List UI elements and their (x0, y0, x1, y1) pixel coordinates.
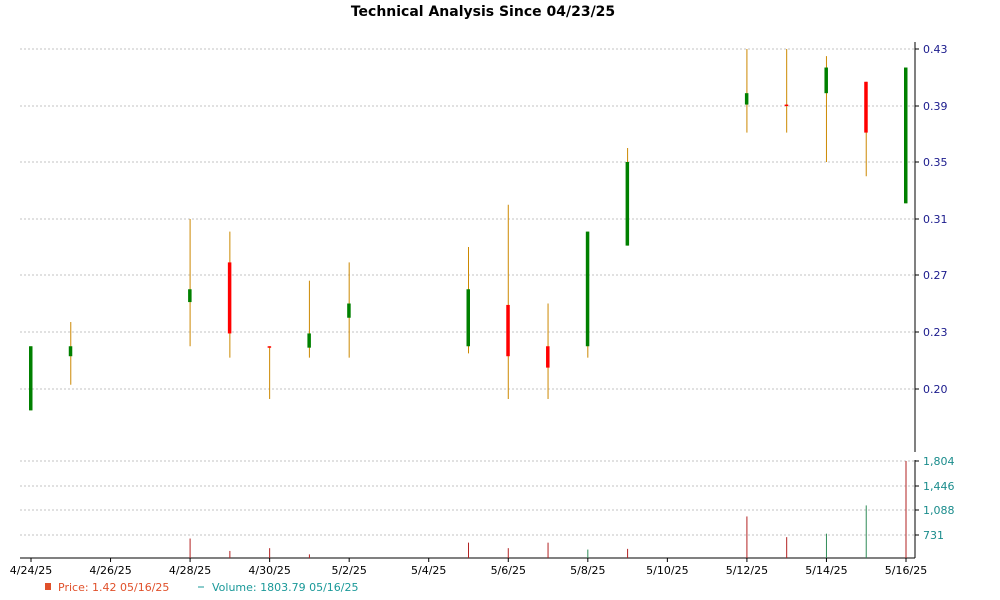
volume-legend-label: Volume: 1803.79 05/16/25 (212, 581, 359, 594)
candle (466, 247, 470, 354)
price-legend-label: Price: 1.42 05/16/25 (58, 581, 169, 594)
x-tick-label: 4/28/25 (169, 564, 211, 577)
x-tick-label: 4/26/25 (89, 564, 131, 577)
volume-tick-label: 1,446 (923, 480, 955, 493)
candles-layer (29, 49, 908, 411)
candle (267, 346, 272, 399)
x-tick-label: 5/8/25 (570, 564, 605, 577)
candle (546, 303, 550, 399)
candle-body (267, 346, 272, 348)
x-tick-label: 5/4/25 (411, 564, 446, 577)
price-tick-label: 0.31 (923, 213, 948, 226)
candle (625, 148, 630, 246)
candle-body (824, 67, 828, 94)
candle-body (546, 346, 550, 368)
candle-body (188, 289, 192, 303)
x-tick-label: 5/16/25 (885, 564, 927, 577)
candle-body (585, 231, 590, 347)
price-legend-swatch (45, 583, 51, 590)
candle (744, 49, 749, 133)
x-tick-label: 5/6/25 (491, 564, 526, 577)
candle (227, 231, 232, 358)
volume-tick-label: 1,088 (923, 504, 955, 517)
chart-legend: Price: 1.42 05/16/25 Volume: 1803.79 05/… (45, 581, 359, 594)
volume-layer (189, 461, 907, 558)
x-tick-label: 5/10/25 (646, 564, 688, 577)
candle-body (784, 104, 789, 107)
candle (904, 67, 908, 204)
x-tick-label: 4/24/25 (10, 564, 52, 577)
candle-body (227, 262, 232, 334)
technical-analysis-chart: Technical Analysis Since 04/23/25 0.430.… (10, 4, 955, 594)
candle (824, 56, 828, 162)
price-tick-label: 0.43 (923, 43, 948, 56)
candle (68, 322, 73, 385)
x-tick-label: 5/2/25 (331, 564, 366, 577)
price-tick-label: 0.23 (923, 326, 948, 339)
candle-body (347, 303, 351, 318)
volume-tick-label: 1,804 (923, 455, 955, 468)
candle (784, 49, 789, 133)
candle (307, 280, 311, 358)
candle (347, 262, 351, 358)
price-tick-label: 0.20 (923, 383, 948, 396)
price-tick-label: 0.27 (923, 269, 948, 282)
volume-tick-label: 731 (923, 529, 944, 542)
candle-body (506, 304, 510, 357)
candle-body (744, 93, 749, 105)
candle (506, 204, 510, 399)
x-tick-label: 4/30/25 (248, 564, 290, 577)
chart-title: Technical Analysis Since 04/23/25 (351, 4, 615, 20)
x-tick-label: 5/12/25 (726, 564, 768, 577)
x-tick-label: 5/14/25 (805, 564, 847, 577)
candle-body (864, 81, 868, 133)
price-tick-label: 0.35 (923, 156, 948, 169)
candle-body (904, 67, 908, 204)
candle-body (466, 289, 470, 347)
candle-body (307, 333, 311, 348)
candle (585, 231, 590, 358)
candle (188, 219, 192, 347)
candle-body (68, 346, 73, 357)
candle (29, 346, 33, 411)
candle-body (29, 346, 33, 411)
candle-body (625, 162, 630, 246)
tick-labels: 0.43 0.39 0.35 0.31 0.27 0.23 0.20 1,804 1,446 1,… (10, 43, 955, 577)
price-tick-label: 0.39 (923, 100, 948, 113)
